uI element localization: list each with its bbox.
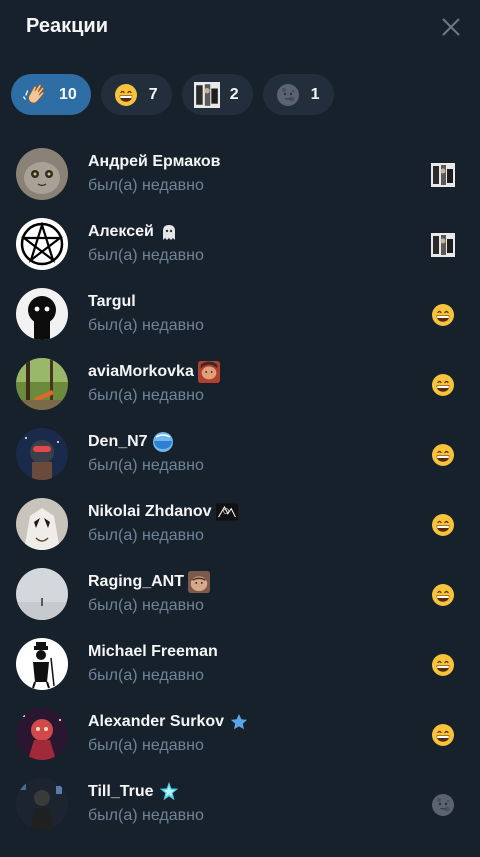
user-status: был(а) недавно [88, 387, 204, 404]
grinning-face-icon [113, 82, 139, 108]
tab-count: 1 [310, 85, 320, 103]
user-status: был(а) недавно [88, 597, 204, 614]
list-item[interactable]: Alexander Surkov был(а) недавно [0, 699, 480, 769]
avatar [16, 568, 68, 620]
list-item[interactable]: Андрей Ермаков был(а) недавно [0, 139, 480, 209]
avatar [16, 498, 68, 550]
sparkle-star-emoji-status-icon [158, 781, 180, 803]
ghost-emoji-status-icon [158, 221, 180, 243]
tab-clapping[interactable]: 10 [11, 74, 91, 115]
user-name: Targul [88, 293, 136, 310]
avatar [16, 638, 68, 690]
photo-emoji-status-icon [197, 361, 220, 383]
list-item[interactable]: Den_N7 был(а) недавно [0, 419, 480, 489]
avatar [16, 428, 68, 480]
avatar [16, 778, 68, 830]
tab-grinning[interactable]: 7 [100, 74, 172, 115]
reaction-filter-tabs: 10 7 2 1 [11, 74, 334, 115]
reactions-user-list: Андрей Ермаков был(а) недавно Алексей бы… [0, 139, 480, 839]
header: Реакции [0, 0, 480, 56]
user-status: был(а) недавно [88, 317, 204, 334]
sketch-emoji-status-icon [215, 501, 238, 523]
user-status: был(а) недавно [88, 177, 204, 194]
avatar [16, 218, 68, 270]
close-button[interactable] [436, 12, 466, 42]
grinning-face-icon [431, 723, 455, 747]
user-status: был(а) недавно [88, 457, 204, 474]
tab-new-moon[interactable]: 1 [262, 74, 334, 115]
list-item[interactable]: Michael Freeman был(а) недавно [0, 629, 480, 699]
tab-count: 10 [59, 85, 77, 103]
user-status: был(а) недавно [88, 807, 204, 824]
user-name: Raging_ANT [88, 573, 184, 590]
user-status: был(а) недавно [88, 667, 204, 684]
custom-photo-sticker-icon [194, 82, 220, 108]
new-moon-face-icon [275, 82, 301, 108]
face-photo-emoji-status-icon [188, 571, 210, 593]
clapping-hands-icon [23, 82, 49, 108]
new-moon-face-icon [431, 793, 455, 817]
tab-custom-sticker[interactable]: 2 [181, 74, 253, 115]
custom-photo-sticker-icon [431, 233, 455, 257]
user-name: Алексей [88, 223, 154, 240]
user-name: Den_N7 [88, 433, 148, 450]
tab-count: 2 [229, 85, 239, 103]
grinning-face-icon [431, 513, 455, 537]
list-item[interactable]: Nikolai Zhdanov был(а) недавно [0, 489, 480, 559]
list-item[interactable]: Till_True был(а) недавно [0, 769, 480, 839]
avatar [16, 288, 68, 340]
grinning-face-icon [431, 443, 455, 467]
grinning-face-icon [431, 583, 455, 607]
grinning-face-icon [431, 653, 455, 677]
star-emoji-status-icon [228, 711, 250, 733]
grinning-face-icon [431, 373, 455, 397]
page-title: Реакции [26, 15, 108, 37]
user-name: aviaMorkovka [88, 363, 194, 380]
avatar [16, 358, 68, 410]
list-item[interactable]: Raging_ANT был(а) недавно [0, 559, 480, 629]
user-status: был(а) недавно [88, 527, 204, 544]
list-item[interactable]: Алексей был(а) недавно [0, 209, 480, 279]
user-name: Alexander Surkov [88, 713, 225, 730]
grinning-face-icon [431, 303, 455, 327]
custom-photo-sticker-icon [431, 163, 455, 187]
tab-count: 7 [148, 85, 158, 103]
user-name: Nikolai Zhdanov [88, 503, 212, 520]
user-status: был(а) недавно [88, 247, 204, 264]
list-item[interactable]: Targul был(а) недавно [0, 279, 480, 349]
avatar [16, 708, 68, 760]
avatar [16, 148, 68, 200]
close-icon [442, 18, 460, 36]
user-name: Michael Freeman [88, 643, 218, 660]
user-status: был(а) недавно [88, 737, 204, 754]
user-name: Till_True [88, 783, 154, 800]
list-item[interactable]: aviaMorkovka был(а) недавно [0, 349, 480, 419]
user-name: Андрей Ермаков [88, 153, 221, 170]
blue-bowl-emoji-status-icon [152, 431, 174, 453]
